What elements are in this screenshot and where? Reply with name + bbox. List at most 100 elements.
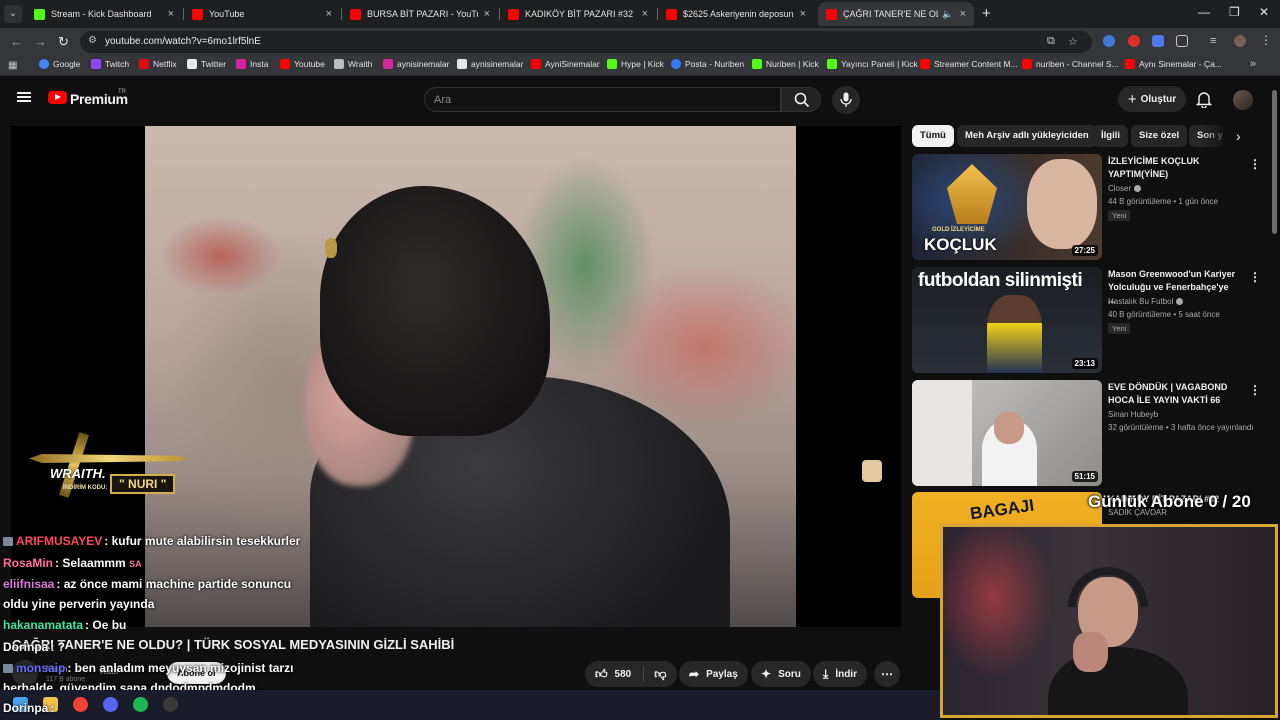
- chat-text: : ben anladım meyuysan mizojinist tarzı: [67, 661, 294, 675]
- bookmark-netflix[interactable]: Netflix: [139, 59, 177, 69]
- chat-message: ARIFMUSAYEV: kufur mute alabilirsin tese…: [3, 534, 300, 548]
- avatar[interactable]: [1233, 90, 1253, 110]
- bookmark-aynisinemalar-yt[interactable]: AyniSinemalar: [531, 59, 600, 69]
- discord-icon[interactable]: [103, 697, 118, 712]
- bookmark-wraith[interactable]: Wraith: [334, 59, 372, 69]
- bookmark-channel-studio[interactable]: nuriben - Channel S...: [1022, 59, 1119, 69]
- like-count[interactable]: 580: [615, 669, 632, 680]
- youtube-logo-icon[interactable]: [48, 91, 67, 104]
- new-badge: Yeni: [1108, 210, 1131, 221]
- bookmark-twitch[interactable]: Twitch: [91, 59, 129, 69]
- bookmark-star-icon[interactable]: ☆: [1068, 35, 1078, 48]
- bookmark-aynisinemalar-insta[interactable]: aynisinemalar: [383, 59, 449, 69]
- page-scrollbar[interactable]: [1272, 90, 1277, 234]
- tab-kadikoy-bit-pazari[interactable]: KADIKÖY BİT PAZARI #32 - You ×: [500, 2, 656, 26]
- instagram-icon: [383, 59, 393, 69]
- more-bookmarks-icon[interactable]: »: [1250, 58, 1256, 70]
- bookmark-nuriben-kick[interactable]: Nuriben | Kick: [752, 59, 819, 69]
- bookmark-posta[interactable]: Posta - Nuriben: [671, 59, 744, 69]
- chip-related[interactable]: İlgili: [1093, 125, 1128, 147]
- address-bar[interactable]: ⚙ youtube.com/watch?v=6mo1lrf5lnE ⧉ ☆: [80, 31, 1092, 53]
- video-player[interactable]: [11, 126, 901, 627]
- more-actions-button[interactable]: ⋯: [874, 661, 900, 687]
- minimize-button[interactable]: —: [1198, 5, 1210, 19]
- close-icon[interactable]: ×: [960, 8, 966, 20]
- chip-all[interactable]: Tümü: [912, 125, 954, 147]
- apps-grid-icon[interactable]: ▦: [8, 60, 19, 71]
- chip-uploader[interactable]: Meh Arşiv adlı yükleyiciden: [957, 125, 1097, 147]
- close-icon[interactable]: ×: [326, 8, 332, 20]
- reload-icon[interactable]: ↻: [58, 34, 69, 50]
- ask-button[interactable]: ✦ Soru: [751, 661, 811, 687]
- close-icon[interactable]: ×: [168, 8, 174, 20]
- new-tab-button[interactable]: +: [982, 5, 991, 22]
- bookmark-google[interactable]: Google: [39, 59, 80, 69]
- search-input[interactable]: [425, 88, 780, 111]
- more-vert-icon[interactable]: ⋮: [1249, 383, 1261, 397]
- more-vert-icon[interactable]: ⋮: [1249, 270, 1261, 284]
- browser-menu-icon[interactable]: ⋮: [1260, 34, 1272, 46]
- sub-goal-counter: Günlük Abone 0 / 20: [1088, 492, 1251, 511]
- plus-icon: +: [1127, 90, 1137, 108]
- extension-icon[interactable]: [1128, 35, 1140, 47]
- extensions-puzzle-icon[interactable]: [1176, 35, 1188, 47]
- bookmark-twitter[interactable]: Twitter: [187, 59, 226, 69]
- chip-for-you[interactable]: Size özel: [1131, 125, 1188, 147]
- bookmark-yayinci-paneli[interactable]: Yayıncı Paneli | Kick: [827, 59, 918, 69]
- bookmark-hype-kick[interactable]: Hype | Kick: [607, 59, 664, 69]
- share-button[interactable]: ➦ Paylaş: [679, 661, 748, 687]
- video-card-channel[interactable]: Hastalık Bu Futbol: [1108, 297, 1184, 306]
- video-card-channel[interactable]: Closer: [1108, 184, 1142, 193]
- chrome-icon[interactable]: [73, 697, 88, 712]
- site-info-icon[interactable]: ⚙: [88, 35, 97, 46]
- tab-kick-dashboard[interactable]: Stream - Kick Dashboard ×: [26, 2, 182, 26]
- spotify-icon[interactable]: [133, 697, 148, 712]
- video-frame[interactable]: [145, 126, 796, 627]
- chat-message: Dorinpa:: [3, 701, 54, 715]
- tab-bursa-bit-pazari[interactable]: BURSA BİT PAZARI - YouTube ×: [342, 2, 498, 26]
- more-vert-icon[interactable]: ⋮: [1249, 157, 1261, 171]
- bookmark-aynisinemalar-x[interactable]: aynisinemalar: [457, 59, 523, 69]
- install-app-icon[interactable]: ⧉: [1047, 35, 1055, 48]
- close-window-button[interactable]: ✕: [1259, 5, 1269, 19]
- bookmark-insta[interactable]: Insta: [236, 59, 268, 69]
- close-icon[interactable]: ×: [484, 8, 490, 20]
- search-button[interactable]: [781, 87, 821, 112]
- close-icon[interactable]: ×: [800, 8, 806, 20]
- video-card-channel[interactable]: Sinan Hubeyb: [1108, 410, 1158, 419]
- video-card-title[interactable]: EVE DÖNDÜK | VAGABOND HOCA İLE YAYIN VAK…: [1108, 381, 1238, 407]
- media-control-icon[interactable]: ≡: [1210, 35, 1222, 47]
- profile-avatar[interactable]: [1234, 35, 1246, 47]
- speaker-icon[interactable]: 🔈: [942, 9, 953, 20]
- thumbs-down-icon[interactable]: 👎︎: [654, 667, 666, 682]
- video-card-meta: 32 görüntüleme • 3 hafta önce yayınlandı: [1108, 423, 1254, 432]
- tab-cagri-taner[interactable]: ÇAĞRI TANER'E NE OLDU? | 🔈 ×: [818, 2, 974, 26]
- create-button[interactable]: + Oluştur: [1118, 86, 1186, 112]
- close-icon[interactable]: ×: [642, 8, 648, 20]
- tab-search-button[interactable]: ⌄: [4, 5, 22, 23]
- create-label: Oluştur: [1140, 93, 1177, 105]
- voice-search-button[interactable]: [832, 86, 860, 114]
- video-thumbnail[interactable]: GOLD İZLEYİCİME KOÇLUK 27:25: [912, 154, 1102, 260]
- video-thumbnail[interactable]: futboldan silinmişti 23:13: [912, 267, 1102, 373]
- chevron-right-icon[interactable]: ›: [1236, 128, 1241, 144]
- back-arrow-icon[interactable]: ←: [10, 34, 23, 49]
- extension-icon[interactable]: [1103, 35, 1115, 47]
- obs-icon[interactable]: [163, 697, 178, 712]
- bookmark-youtube[interactable]: Youtube: [280, 59, 325, 69]
- tab-youtube[interactable]: YouTube ×: [184, 2, 340, 26]
- chat-username: ARIFMUSAYEV: [16, 534, 103, 548]
- tab-askeriye-deposu[interactable]: $2625 Askeriyenin deposunu al ×: [658, 2, 814, 26]
- maximize-button[interactable]: ❐: [1229, 5, 1240, 19]
- video-thumbnail[interactable]: 51:15: [912, 380, 1102, 486]
- menu-icon[interactable]: [17, 92, 31, 102]
- video-card-title[interactable]: İZLEYİCİME KOÇLUK YAPTIM(YİNE): [1108, 155, 1238, 181]
- forward-arrow-icon[interactable]: →: [34, 34, 47, 49]
- bookmark-streamer-content[interactable]: Streamer Content M...: [920, 59, 1018, 69]
- bell-icon[interactable]: [1196, 90, 1212, 108]
- thumbs-up-icon[interactable]: 👍︎: [595, 667, 608, 682]
- download-button[interactable]: ⤓ İndir: [813, 661, 867, 687]
- bookmark-ayni-sinemalar[interactable]: Aynı Sinemalar - Ça...: [1125, 59, 1222, 69]
- shield-icon[interactable]: [1152, 35, 1164, 47]
- chat-text: : Selaammm: [55, 556, 126, 570]
